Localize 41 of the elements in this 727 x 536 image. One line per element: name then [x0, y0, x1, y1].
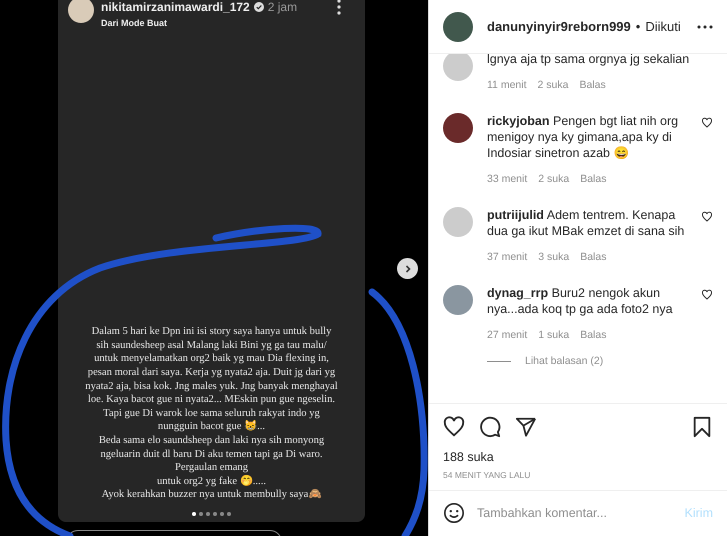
comment-text: lgnya aja tp sama orgnya jg sekalian: [487, 54, 690, 67]
send-icon[interactable]: [515, 416, 537, 438]
reply-link[interactable]: Balas: [580, 251, 606, 263]
comment-icon[interactable]: [479, 416, 501, 438]
bookmark-icon[interactable]: [691, 416, 713, 438]
post-username[interactable]: danunyinyir9reborn999: [487, 19, 631, 34]
comment-likes[interactable]: 3 suka: [538, 251, 570, 263]
reply-link[interactable]: Balas: [580, 173, 606, 185]
story-text: Ayok kerahkan buzzer nya untuk membully saya🙈: [100, 488, 322, 502]
comment-text: rickyjoban Pengen bgt liat nih org menigoy nya ky gimana,apa ky di Indosiar sinetron azab 😄: [487, 113, 680, 161]
separator-dot: •: [636, 19, 640, 34]
avatar: [68, 0, 94, 23]
post-timestamp: 54 MENIT YANG LALU: [429, 464, 727, 491]
comment-likes[interactable]: 2 suka: [538, 173, 570, 185]
comment-time: 27 menit: [487, 329, 528, 341]
comment-text: dynag_rrp Buru2 nengok akun nya...ada koq tp ga ada foto2 nya: [487, 285, 674, 317]
comment-text: putriijulid Adem tentrem. Kenapa dua ga ikut MBak emzet di sana sih: [487, 207, 686, 239]
heart-icon[interactable]: [443, 416, 465, 438]
avatar[interactable]: [443, 12, 473, 42]
story-username[interactable]: nikitamirzanimawardi_172: [101, 0, 250, 14]
more-icon[interactable]: [697, 24, 713, 28]
heart-icon[interactable]: [701, 117, 713, 129]
story-subtitle: Dari Mode Buat: [101, 18, 168, 28]
next-button[interactable]: [397, 258, 418, 279]
heart-icon[interactable]: [701, 211, 713, 223]
follow-status[interactable]: Diikuti: [645, 19, 681, 34]
more-icon[interactable]: [337, 0, 341, 15]
reply-link[interactable]: Balas: [580, 329, 606, 341]
comment-time: 11 menit: [487, 79, 526, 91]
comment-time: 37 menit: [487, 251, 528, 263]
view-replies-link[interactable]: Lihat balasan (2): [525, 355, 604, 367]
comment-time: 33 menit: [487, 173, 528, 185]
reply-link[interactable]: Balas: [579, 79, 606, 91]
comment-likes[interactable]: 2 suka: [538, 79, 568, 91]
story-text: Dalam 5 hari ke Dpn ini isi story saya hanya untuk bully sih saundesheep asal Malang laki Bini yg ga tau malu/ untuk menyelamatkan org2 baik yg mau Dia flexing in, pesan moral dari saya. Kerja yg nyata2 aja. Duit jg dari yg nyata2 aja, bisa kok. Jng males yuk. Jng banyak menghayal loe. Kaya bacot gue ni nyata2... MEskin pun gue ngeselin. Tapi gue Di warok loe sama seluruh rakyat indo yg nungguin bacot gue 😸... Beda sama elo saundsheep dan laki nya sih monyong ngeluarin duit dl baru Di aku temen tapi ga Di waro. Pergaulan emang untuk org2 yg fake 🤭.....: [84, 325, 339, 488]
emoji-icon[interactable]: [443, 502, 465, 524]
avatar[interactable]: [443, 113, 473, 143]
like-count[interactable]: 188 suka: [429, 446, 727, 464]
comment-likes[interactable]: 1 suka: [538, 329, 570, 341]
story-time: 2 jam: [268, 0, 298, 14]
heart-icon[interactable]: [701, 289, 713, 301]
